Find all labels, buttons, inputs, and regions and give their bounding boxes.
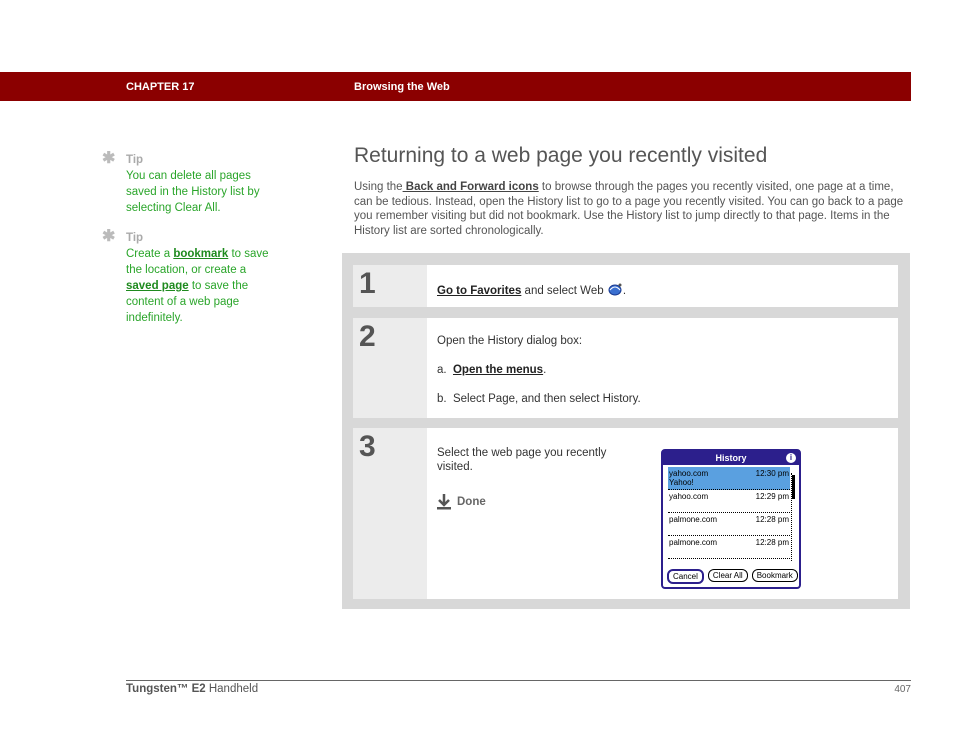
step-text: Select the web page you recently visited… <box>437 447 607 473</box>
intro-paragraph: Using the Back and Forward icons to brow… <box>354 180 910 238</box>
history-scrollbar-thumb[interactable] <box>792 475 795 499</box>
done-indicator: Done <box>437 494 486 510</box>
sidebar-tips: ✱ Tip You can delete all pages saved in … <box>100 150 280 340</box>
web-browser-icon <box>608 283 622 296</box>
page-title: Returning to a web page you recently vis… <box>354 144 768 167</box>
history-site: palmone.com <box>669 538 718 547</box>
step-number: 1 <box>353 265 427 307</box>
footer-divider <box>126 680 911 681</box>
step-3: 3 Select the web page you recently visit… <box>353 428 898 599</box>
tip-text: You can delete all pages saved in the Hi… <box>126 170 260 214</box>
bookmark-link[interactable]: bookmark <box>173 248 228 260</box>
history-item[interactable]: yahoo.com 12:29 pm <box>668 490 790 513</box>
history-time: 12:30 pm <box>755 469 789 478</box>
history-buttons: Cancel Clear All Bookmark <box>667 569 798 584</box>
product-suffix: Handheld <box>205 683 259 695</box>
saved-page-link[interactable]: saved page <box>126 280 189 292</box>
step-body: Go to Favorites and select Web . <box>427 265 898 307</box>
history-item[interactable]: palmone.com 12:28 pm <box>668 536 790 559</box>
history-site: palmone.com <box>669 515 718 524</box>
substep-a: a. Open the menus. <box>437 364 546 376</box>
history-dialog-screenshot: History i yahoo.com Yahoo! 12:30 pm yaho… <box>661 449 801 589</box>
step-2: 2 Open the History dialog box: a. Open t… <box>353 318 898 418</box>
substep-b: b. Select Page, and then select History. <box>437 393 641 405</box>
footer-product: Tungsten™ E2 Handheld <box>126 683 258 695</box>
step-body: Select the web page you recently visited… <box>427 428 898 599</box>
history-page-title: Yahoo! <box>669 478 694 487</box>
clear-all-button[interactable]: Clear All <box>707 569 748 582</box>
product-name: Tungsten™ E2 <box>126 683 206 695</box>
intro-text: Using the <box>354 181 403 193</box>
step-number: 2 <box>353 318 427 418</box>
bookmark-button[interactable]: Bookmark <box>751 569 798 582</box>
info-icon: i <box>786 453 796 463</box>
step-text: . <box>622 285 627 297</box>
history-site: yahoo.com <box>669 492 709 501</box>
history-dialog-title: History i <box>663 451 799 465</box>
history-item[interactable]: palmone.com 12:28 pm <box>668 513 790 536</box>
asterisk-icon: ✱ <box>102 150 116 167</box>
download-arrow-icon <box>437 494 451 510</box>
history-time: 12:28 pm <box>755 538 789 547</box>
history-site: yahoo.com <box>669 469 709 478</box>
asterisk-icon: ✱ <box>102 228 116 245</box>
chapter-header: CHAPTER 17 Browsing the Web <box>0 72 911 101</box>
tip-label: Tip <box>126 154 144 166</box>
history-time: 12:28 pm <box>755 515 789 524</box>
step-number: 3 <box>353 428 427 599</box>
history-title-text: History <box>715 453 747 463</box>
tip-label: Tip <box>126 232 144 244</box>
history-time: 12:29 pm <box>755 492 789 501</box>
substep-tail: . <box>543 364 547 376</box>
back-forward-icons-link[interactable]: Back and Forward icons <box>403 181 539 193</box>
chapter-label: CHAPTER 17 <box>126 81 195 93</box>
tip-2: ✱ Tip Create a bookmark to save the loca… <box>100 228 280 326</box>
step-text: Open the History dialog box: <box>437 335 583 347</box>
tip-text: Create a bookmark to save the location, … <box>126 246 280 326</box>
tip-text-part: Create a <box>126 248 174 260</box>
page-number: 407 <box>894 684 911 695</box>
step-1: 1 Go to Favorites and select Web . <box>353 265 898 307</box>
substep-prefix: a. <box>437 364 447 376</box>
substep-text: Select Page, and then select History. <box>452 393 641 405</box>
steps-panel: 1 Go to Favorites and select Web . 2 Ope… <box>342 253 910 609</box>
done-label: Done <box>457 496 486 508</box>
section-title: Browsing the Web <box>354 81 450 93</box>
go-to-favorites-link[interactable]: Go to Favorites <box>437 285 521 297</box>
substep-prefix: b. <box>437 393 447 405</box>
history-item[interactable]: yahoo.com Yahoo! 12:30 pm <box>668 467 790 490</box>
tip-1: ✱ Tip You can delete all pages saved in … <box>100 150 280 216</box>
step-body: Open the History dialog box: a. Open the… <box>427 318 898 418</box>
step-text: and select Web <box>521 285 607 297</box>
cancel-button[interactable]: Cancel <box>667 569 704 584</box>
open-the-menus-link[interactable]: Open the menus <box>453 364 543 376</box>
